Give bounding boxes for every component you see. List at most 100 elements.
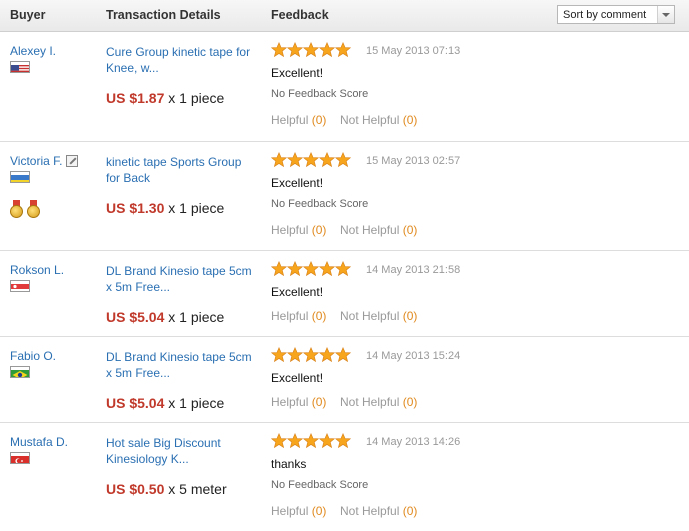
review-comment: Excellent!	[271, 66, 324, 80]
star-icon	[303, 347, 319, 365]
buyer-name-link[interactable]: Alexey I.	[10, 44, 56, 58]
quantity: x 1 piece	[168, 309, 225, 325]
review-row: Rokson L. DL Brand Kinesio tape 5cm x 5m…	[0, 251, 689, 337]
star-icon	[335, 42, 351, 60]
us-flag-icon	[10, 61, 30, 73]
star-icon	[303, 433, 319, 451]
not-helpful-label: Not Helpful	[340, 309, 400, 323]
star-icon	[335, 433, 351, 451]
not-helpful-button[interactable]: Not Helpful (0)	[340, 309, 417, 323]
review-comment: Excellent!	[271, 285, 324, 299]
not-helpful-label: Not Helpful	[340, 395, 400, 409]
review-row: Alexey I. Cure Group kinetic tape for Kn…	[0, 32, 689, 142]
not-helpful-label: Not Helpful	[340, 223, 400, 237]
not-helpful-button[interactable]: Not Helpful (0)	[340, 113, 417, 127]
price-amount: US $1.30	[106, 200, 165, 216]
star-icon	[271, 42, 287, 60]
star-icon	[287, 152, 303, 170]
helpful-label: Helpful	[271, 309, 309, 323]
helpful-label: Helpful	[271, 395, 309, 409]
details-column-header: Transaction Details	[106, 8, 221, 22]
helpful-button[interactable]: Helpful (0)	[271, 113, 326, 127]
not-helpful-label: Not Helpful	[340, 504, 400, 518]
price-amount: US $5.04	[106, 309, 165, 325]
product-link[interactable]: DL Brand Kinesio tape 5cm x 5m Free...	[106, 263, 256, 295]
sort-select-value: Sort by comment	[563, 9, 647, 21]
star-rating	[271, 433, 351, 451]
review-row: Victoria F. kinetic tape Sports Group fo…	[0, 142, 689, 251]
star-icon	[335, 152, 351, 170]
helpful-label: Helpful	[271, 504, 309, 518]
star-icon	[303, 42, 319, 60]
star-icon	[271, 347, 287, 365]
review-date: 14 May 2013 21:58	[366, 264, 461, 276]
quantity: x 1 piece	[168, 200, 225, 216]
not-helpful-count: (0)	[402, 309, 418, 323]
buyer-name-link[interactable]: Rokson L.	[10, 263, 64, 277]
buyer-name-link[interactable]: Fabio O.	[10, 349, 56, 363]
singapore-flag-icon	[10, 280, 30, 292]
price-amount: US $1.87	[106, 90, 165, 106]
product-link[interactable]: Hot sale Big Discount Kinesiology K...	[106, 435, 256, 467]
star-rating	[271, 152, 351, 170]
helpful-count: (0)	[311, 113, 327, 127]
review-comment: thanks	[271, 457, 307, 471]
star-icon	[319, 433, 335, 451]
star-icon	[303, 152, 319, 170]
chevron-down-icon[interactable]	[657, 6, 674, 23]
star-icon	[319, 261, 335, 279]
quantity: x 1 piece	[168, 90, 225, 106]
table-header: Buyer Transaction Details Feedback Sort …	[0, 0, 689, 32]
sort-select[interactable]: Sort by comment	[557, 5, 675, 24]
helpful-button[interactable]: Helpful (0)	[271, 223, 326, 237]
not-helpful-count: (0)	[402, 395, 418, 409]
review-date: 15 May 2013 02:57	[366, 155, 461, 167]
feedback-score: No Feedback Score	[271, 88, 369, 100]
product-link[interactable]: DL Brand Kinesio tape 5cm x 5m Free...	[106, 349, 256, 381]
price-amount: US $5.04	[106, 395, 165, 411]
buyer-name-link[interactable]: Victoria F.	[10, 154, 62, 168]
quantity: x 1 piece	[168, 395, 225, 411]
quantity: x 5 meter	[168, 481, 227, 497]
helpful-button[interactable]: Helpful (0)	[271, 309, 326, 323]
not-helpful-count: (0)	[402, 223, 418, 237]
helpful-count: (0)	[311, 309, 327, 323]
buyer-name-link[interactable]: Mustafa D.	[10, 435, 68, 449]
star-icon	[271, 152, 287, 170]
not-helpful-button[interactable]: Not Helpful (0)	[340, 504, 417, 518]
product-link[interactable]: kinetic tape Sports Group for Back	[106, 154, 256, 186]
ukraine-flag-icon	[10, 171, 30, 183]
medal-icon	[10, 200, 23, 218]
helpful-count: (0)	[311, 223, 327, 237]
brazil-flag-icon	[10, 366, 30, 378]
star-icon	[319, 347, 335, 365]
price: US $5.04 x 1 piece	[106, 309, 224, 325]
star-rating	[271, 42, 351, 60]
not-helpful-button[interactable]: Not Helpful (0)	[340, 395, 417, 409]
medal-icon	[27, 200, 40, 218]
star-icon	[287, 347, 303, 365]
star-icon	[319, 42, 335, 60]
helpful-count: (0)	[311, 504, 327, 518]
helpful-label: Helpful	[271, 113, 309, 127]
review-date: 14 May 2013 14:26	[366, 436, 461, 448]
star-rating	[271, 261, 351, 279]
buyer-medals	[10, 200, 42, 218]
price: US $1.30 x 1 piece	[106, 200, 224, 216]
price: US $1.87 x 1 piece	[106, 90, 224, 106]
star-icon	[287, 42, 303, 60]
star-icon	[287, 261, 303, 279]
feedback-score: No Feedback Score	[271, 198, 369, 210]
not-helpful-label: Not Helpful	[340, 113, 400, 127]
star-icon	[319, 152, 335, 170]
helpful-button[interactable]: Helpful (0)	[271, 395, 326, 409]
helpful-button[interactable]: Helpful (0)	[271, 504, 326, 518]
star-rating	[271, 347, 351, 365]
feedback-column-header: Feedback	[271, 8, 329, 22]
helpful-count: (0)	[311, 395, 327, 409]
not-helpful-button[interactable]: Not Helpful (0)	[340, 223, 417, 237]
product-link[interactable]: Cure Group kinetic tape for Knee, w...	[106, 44, 256, 76]
star-icon	[335, 261, 351, 279]
review-date: 15 May 2013 07:13	[366, 45, 461, 57]
edit-icon[interactable]	[66, 155, 78, 167]
